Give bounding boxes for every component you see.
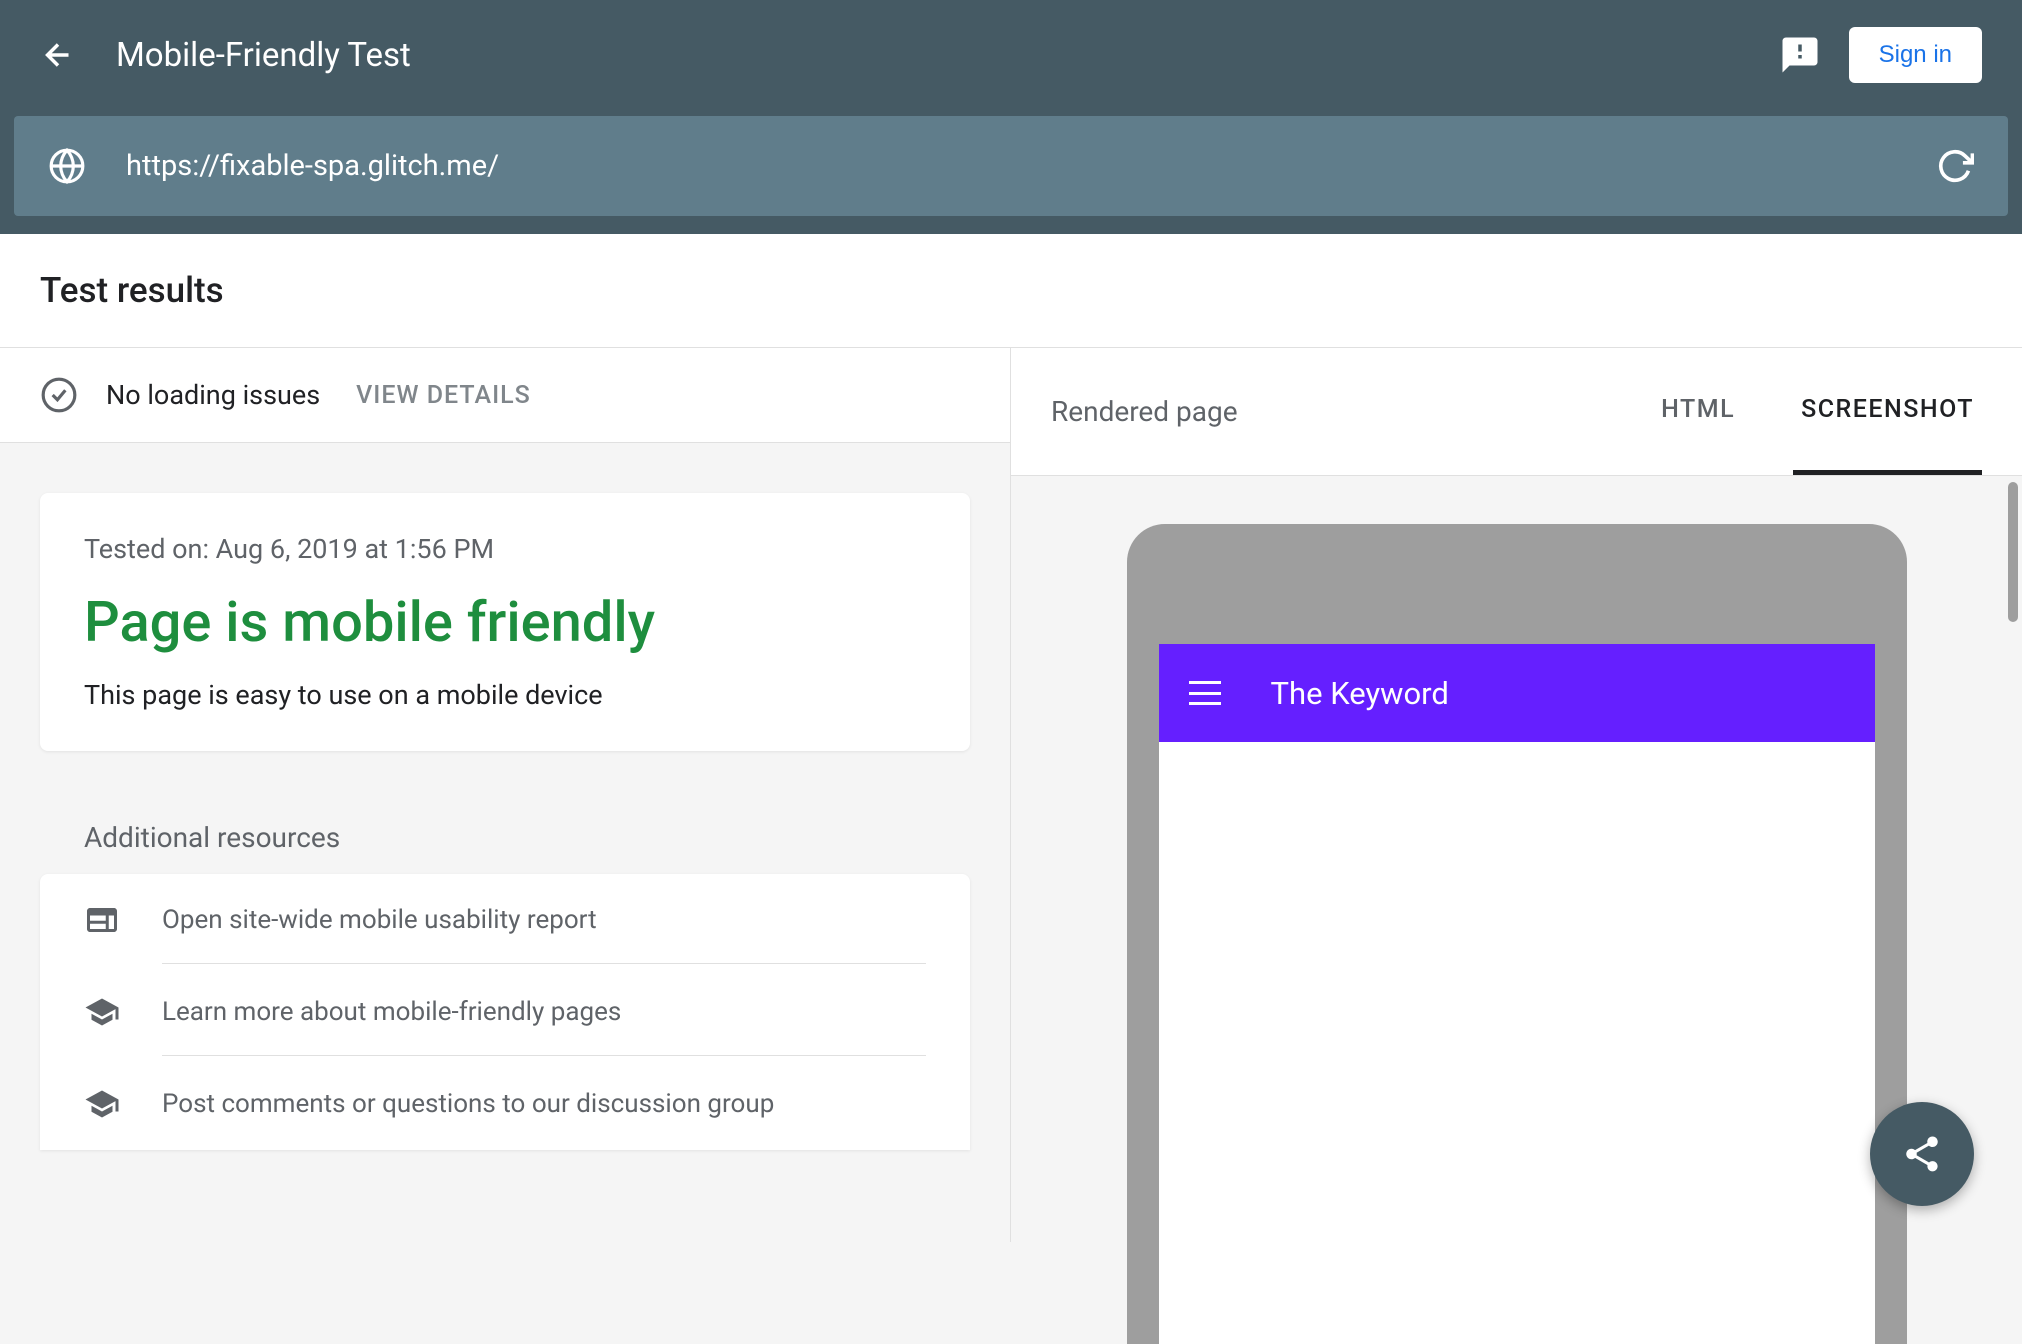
mock-site-title: The Keyword: [1271, 675, 1449, 712]
school-icon: [84, 1086, 120, 1122]
hamburger-icon: [1189, 681, 1221, 705]
loading-status-text: No loading issues: [106, 379, 320, 411]
rendered-page-label: Rendered page: [1051, 395, 1653, 428]
resources-section: Additional resources Open site-wide mobi…: [40, 801, 970, 1150]
app-title: Mobile-Friendly Test: [116, 36, 411, 75]
share-icon: [1901, 1133, 1943, 1175]
header-right: Sign in: [1779, 27, 1982, 83]
resource-label: Open site-wide mobile usability report: [162, 905, 926, 964]
phone-frame: The Keyword: [1127, 524, 1907, 1344]
scrollbar-thumb[interactable]: [2008, 482, 2018, 622]
phone-preview-area: The Keyword: [1011, 476, 2022, 1344]
tab-screenshot[interactable]: SCREENSHOT: [1793, 348, 1982, 475]
signin-button[interactable]: Sign in: [1849, 27, 1982, 83]
school-icon: [84, 994, 120, 1030]
view-details-link[interactable]: VIEW DETAILS: [356, 381, 531, 410]
main-content: No loading issues VIEW DETAILS Tested on…: [0, 348, 2022, 1242]
resource-item-discussion[interactable]: Post comments or questions to our discus…: [40, 1058, 970, 1150]
url-section: https://fixable-spa.glitch.me/: [0, 110, 2022, 234]
back-arrow-icon[interactable]: [40, 37, 76, 73]
left-panel: No loading issues VIEW DETAILS Tested on…: [0, 348, 1011, 1242]
tab-group: HTML SCREENSHOT: [1653, 348, 1982, 475]
results-title: Test results: [40, 270, 1982, 311]
web-icon: [84, 902, 120, 938]
loading-status-bar: No loading issues VIEW DETAILS: [0, 348, 1010, 443]
globe-icon: [48, 147, 86, 185]
right-panel: Rendered page HTML SCREENSHOT The Keywor…: [1011, 348, 2022, 1242]
feedback-icon[interactable]: [1779, 34, 1821, 76]
right-header: Rendered page HTML SCREENSHOT: [1011, 348, 2022, 476]
header-left: Mobile-Friendly Test: [40, 36, 411, 75]
result-card: Tested on: Aug 6, 2019 at 1:56 PM Page i…: [40, 493, 970, 751]
tested-on-text: Tested on: Aug 6, 2019 at 1:56 PM: [84, 533, 926, 565]
result-headline: Page is mobile friendly: [84, 589, 926, 655]
tab-html[interactable]: HTML: [1653, 348, 1743, 475]
resource-item-learn-more[interactable]: Learn more about mobile-friendly pages: [40, 966, 970, 1058]
refresh-icon[interactable]: [1936, 147, 1974, 185]
resource-label: Post comments or questions to our discus…: [162, 1089, 926, 1147]
results-header: Test results: [0, 234, 2022, 348]
result-subtext: This page is easy to use on a mobile dev…: [84, 679, 926, 711]
check-circle-icon: [40, 376, 78, 414]
resource-label: Learn more about mobile-friendly pages: [162, 997, 926, 1056]
resource-item-usability-report[interactable]: Open site-wide mobile usability report: [40, 874, 970, 966]
mock-site-header: The Keyword: [1159, 644, 1875, 742]
phone-screen: The Keyword: [1159, 644, 1875, 1344]
resources-card: Open site-wide mobile usability report L…: [40, 874, 970, 1150]
app-header: Mobile-Friendly Test Sign in: [0, 0, 2022, 110]
resources-title: Additional resources: [40, 801, 970, 874]
url-bar[interactable]: https://fixable-spa.glitch.me/: [14, 116, 2008, 216]
url-text: https://fixable-spa.glitch.me/: [126, 149, 1896, 183]
share-fab[interactable]: [1870, 1102, 1974, 1206]
